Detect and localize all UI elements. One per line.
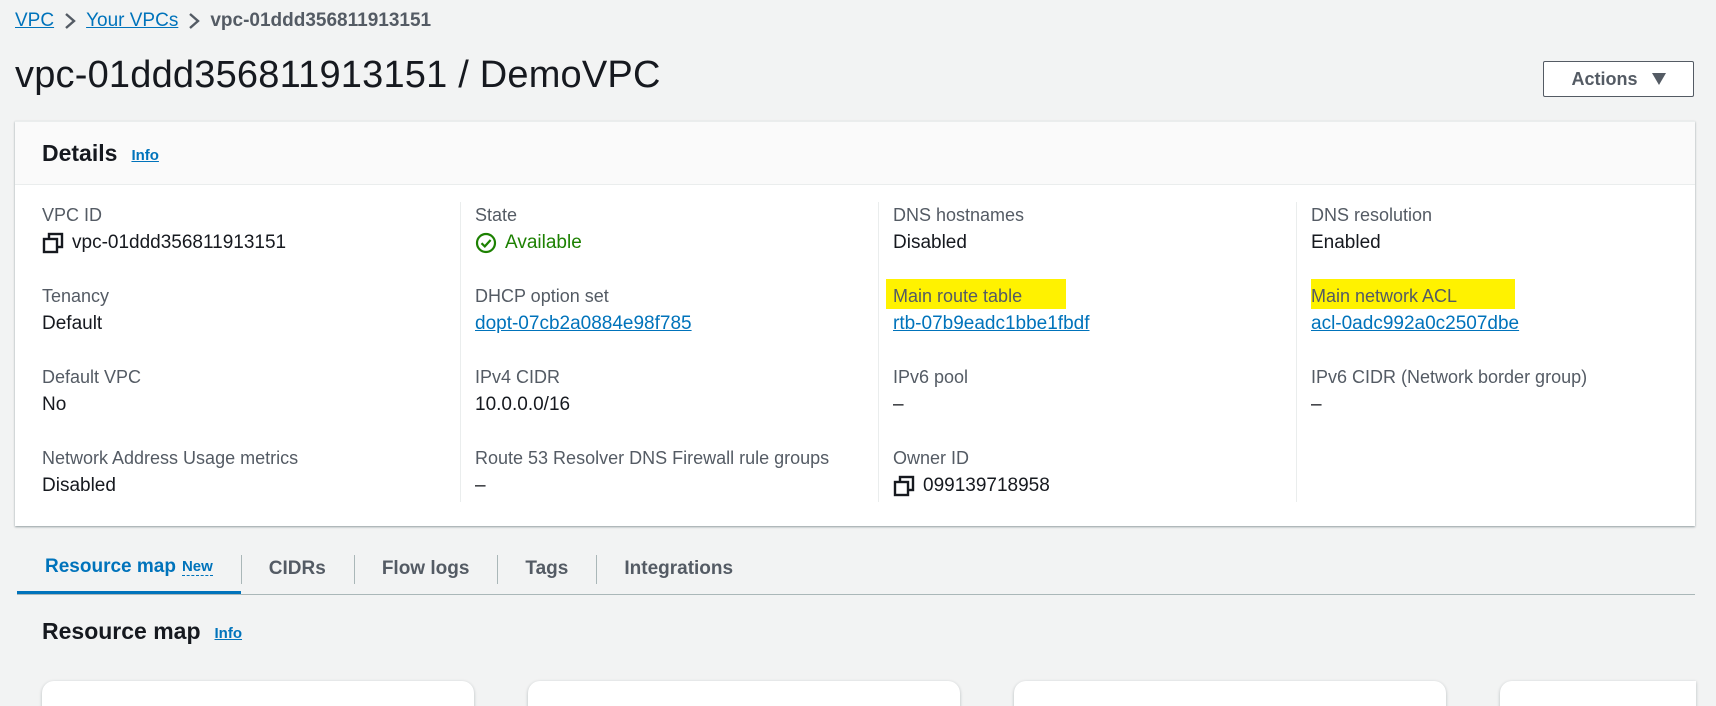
field-label: Network Address Usage metrics [42, 448, 299, 468]
details-panel: Details Info VPC ID vpc-01ddd35681191315… [15, 121, 1695, 526]
actions-button[interactable]: Actions [1543, 61, 1694, 97]
field-label-highlighted: Main route table [886, 279, 1066, 309]
tab-cidrs[interactable]: CIDRs [240, 543, 354, 594]
check-circle-icon [475, 232, 497, 254]
breadcrumb-your-vpcs-link[interactable]: Your VPCs [86, 10, 178, 32]
ipv6-cidr-value: – [1311, 394, 1322, 415]
vpc-id-value: vpc-01ddd356811913151 [72, 232, 287, 253]
owner-id-value: 099139718958 [923, 475, 1050, 496]
ipv4-cidr-value: 10.0.0.0/16 [475, 394, 571, 415]
breadcrumb-current: vpc-01ddd356811913151 [210, 10, 432, 31]
ipv6-pool-value: – [893, 394, 904, 415]
new-badge: New [181, 557, 213, 576]
tab-resource-map[interactable]: Resource map New [17, 543, 241, 594]
field-label: DNS hostnames [893, 205, 1025, 225]
resource-map-card [42, 681, 474, 706]
copy-icon[interactable] [893, 475, 915, 497]
field-owner-id: Owner ID 099139718958 [893, 445, 1296, 526]
tab-integrations[interactable]: Integrations [596, 543, 761, 594]
field-nau-metrics: Network Address Usage metrics Disabled [42, 445, 460, 526]
state-value: Available [505, 232, 582, 253]
status-badge: Available [475, 228, 878, 258]
details-column-4: DNS resolution Enabled Main network ACL … [1296, 202, 1714, 502]
details-column-2: State Available DHCP option set dopt-07c… [460, 202, 878, 502]
field-main-network-acl: Main network ACL acl-0adc992a0c2507dbe [1311, 279, 1714, 364]
breadcrumb-vpc-link[interactable]: VPC [15, 10, 54, 32]
field-value: vpc-01ddd356811913151 [42, 228, 460, 258]
dhcp-option-set-link[interactable]: dopt-07cb2a0884e98f785 [475, 309, 878, 339]
field-route53-firewall: Route 53 Resolver DNS Firewall rule grou… [475, 445, 878, 526]
field-state: State Available [475, 202, 878, 283]
resource-map-title: Resource map [42, 618, 201, 644]
details-header: Details Info [15, 122, 1695, 185]
details-title: Details [42, 139, 118, 166]
field-ipv6-cidr: IPv6 CIDR (Network border group) – [1311, 364, 1714, 445]
resource-map-card [1500, 681, 1696, 706]
main-network-acl-link[interactable]: acl-0adc992a0c2507dbe [1311, 309, 1714, 339]
field-vpc-id: VPC ID vpc-01ddd356811913151 [42, 202, 460, 283]
details-column-1: VPC ID vpc-01ddd356811913151 Tenancy Def… [42, 202, 460, 502]
field-label: Owner ID [893, 448, 970, 468]
tab-bar: Resource map New CIDRs Flow logs Tags In… [17, 543, 1695, 595]
chevron-right-icon [54, 12, 86, 30]
field-ipv6-pool: IPv6 pool – [893, 364, 1296, 445]
tab-tags[interactable]: Tags [497, 543, 596, 594]
chevron-right-icon [178, 12, 210, 30]
tab-label: Resource map [45, 556, 176, 577]
field-ipv4-cidr: IPv4 CIDR 10.0.0.0/16 [475, 364, 878, 445]
field-label: DHCP option set [475, 286, 609, 306]
resource-map-info-link[interactable]: Info [215, 625, 243, 642]
field-main-route-table: Main route table rtb-07b9eadc1bbe1fbdf [886, 279, 1296, 364]
details-grid: VPC ID vpc-01ddd356811913151 Tenancy Def… [15, 185, 1695, 527]
details-info-link[interactable]: Info [131, 147, 159, 164]
field-label: IPv6 CIDR (Network border group) [1311, 367, 1588, 387]
resource-map-cards [0, 681, 1716, 706]
main-route-table-label: Main route table [893, 286, 1023, 306]
field-label: DNS resolution [1311, 205, 1433, 225]
field-label: Route 53 Resolver DNS Firewall rule grou… [475, 448, 830, 468]
field-dns-hostnames: DNS hostnames Disabled [893, 202, 1296, 283]
resource-map-card [528, 681, 960, 706]
route53-firewall-value: – [475, 475, 486, 496]
details-column-3: DNS hostnames Disabled Main route table … [878, 202, 1296, 502]
actions-label: Actions [1571, 68, 1638, 89]
resource-map-header: Resource map Info [42, 618, 242, 645]
resource-map-card [1014, 681, 1446, 706]
field-dns-resolution: DNS resolution Enabled [1311, 202, 1714, 283]
field-default-vpc: Default VPC No [42, 364, 460, 445]
field-value: 099139718958 [893, 471, 1296, 501]
field-label: State [475, 205, 518, 225]
field-label-highlighted: Main network ACL [1311, 279, 1515, 309]
field-label: VPC ID [42, 205, 103, 225]
dns-resolution-value: Enabled [1311, 232, 1381, 253]
copy-icon[interactable] [42, 232, 64, 254]
tenancy-value: Default [42, 313, 103, 334]
main-route-table-link[interactable]: rtb-07b9eadc1bbe1fbdf [893, 309, 1296, 339]
field-dhcp: DHCP option set dopt-07cb2a0884e98f785 [475, 283, 878, 364]
tab-flow-logs[interactable]: Flow logs [353, 543, 498, 594]
caret-down-icon [1651, 73, 1666, 85]
field-label: Tenancy [42, 286, 110, 306]
main-network-acl-label: Main network ACL [1311, 286, 1458, 306]
field-label: Default VPC [42, 367, 142, 387]
dns-hostnames-value: Disabled [893, 232, 967, 253]
nau-metrics-value: Disabled [42, 475, 116, 496]
field-tenancy: Tenancy Default [42, 283, 460, 364]
breadcrumb: VPC Your VPCs vpc-01ddd356811913151 [15, 9, 431, 33]
field-label: IPv6 pool [893, 367, 969, 387]
page-title: vpc-01ddd356811913151 / DemoVPC [15, 54, 661, 96]
default-vpc-value: No [42, 394, 67, 415]
field-label: IPv4 CIDR [475, 367, 561, 387]
